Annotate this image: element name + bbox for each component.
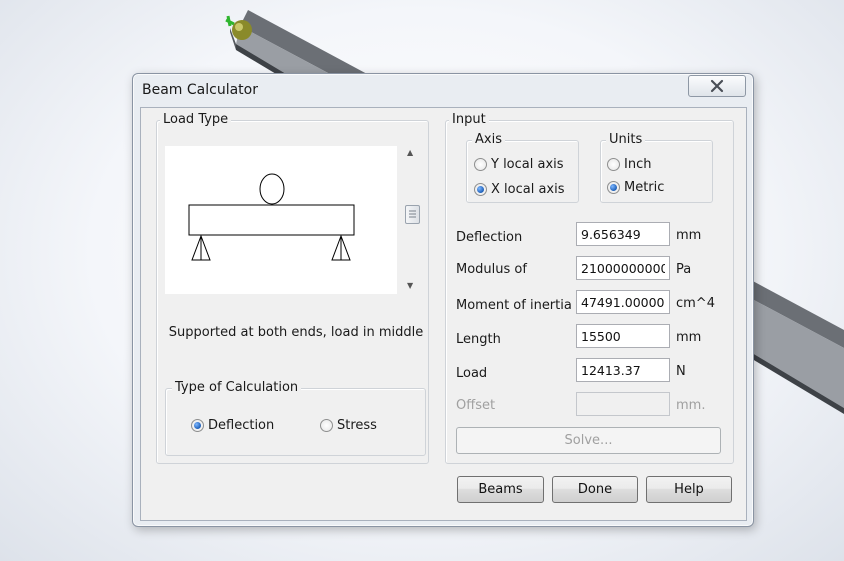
units-label: Units	[606, 132, 646, 147]
offset-field-label: Offset	[456, 398, 496, 413]
load-field-label: Load	[456, 366, 488, 381]
close-button[interactable]	[688, 75, 746, 97]
moment-of-inertia-unit: cm^4	[676, 296, 715, 311]
deflection-radio-label[interactable]: Deflection	[208, 418, 274, 433]
origin-marker-icon	[232, 20, 252, 40]
dialog-title: Beam Calculator	[142, 82, 258, 98]
moment-of-inertia-field-label: Moment of inertia	[456, 298, 572, 313]
metric-radio[interactable]	[607, 181, 620, 194]
load-unit: N	[676, 364, 686, 379]
scroll-up-icon[interactable]: ▲	[407, 148, 413, 157]
beam-diagram-icon	[188, 173, 355, 261]
deflection-field[interactable]	[576, 222, 670, 246]
load-type-label: Load Type	[160, 112, 232, 127]
offset-field[interactable]	[576, 392, 670, 416]
length-field[interactable]	[576, 324, 670, 348]
modulus-unit: Pa	[676, 262, 692, 277]
title-bar[interactable]: Beam Calculator	[133, 74, 753, 106]
y-local-axis-label[interactable]: Y local axis	[491, 157, 564, 172]
inch-radio-label[interactable]: Inch	[624, 157, 651, 172]
dialog-body: Load Type ▲ ▼ Supported at both ends, lo…	[140, 107, 747, 521]
moment-of-inertia-field[interactable]	[576, 290, 670, 314]
stress-radio-label[interactable]: Stress	[337, 418, 377, 433]
beams-button[interactable]: Beams	[457, 476, 544, 503]
beam-calculator-dialog: Beam Calculator Load Type ▲ ▼ Supported …	[132, 73, 754, 527]
load-type-description: Supported at both ends, load in middle	[168, 325, 424, 340]
load-field[interactable]	[576, 358, 670, 382]
length-unit: mm	[676, 330, 702, 345]
load-type-scrollbar[interactable]: ▲ ▼	[403, 148, 421, 294]
deflection-unit: mm	[676, 228, 702, 243]
metric-radio-label[interactable]: Metric	[624, 180, 664, 195]
grip-icon	[409, 210, 416, 218]
inch-radio[interactable]	[607, 158, 620, 171]
scroll-down-icon[interactable]: ▼	[407, 281, 413, 290]
input-label: Input	[449, 112, 489, 127]
scroll-thumb[interactable]	[405, 205, 420, 224]
close-icon	[710, 79, 724, 93]
modulus-field[interactable]	[576, 256, 670, 280]
deflection-field-label: Deflection	[456, 230, 523, 245]
offset-unit: mm.	[676, 398, 706, 413]
calc-type-group: Type of Calculation	[165, 380, 426, 456]
modulus-field-label: Modulus of	[456, 262, 527, 277]
calc-type-label: Type of Calculation	[172, 380, 302, 395]
y-local-axis-radio[interactable]	[474, 158, 487, 171]
done-button[interactable]: Done	[552, 476, 638, 503]
x-local-axis-radio[interactable]	[474, 183, 487, 196]
stress-radio[interactable]	[320, 419, 333, 432]
deflection-radio[interactable]	[191, 419, 204, 432]
solve-button[interactable]: Solve...	[456, 427, 721, 454]
axis-label: Axis	[472, 132, 505, 147]
load-type-picture[interactable]	[165, 146, 397, 294]
length-field-label: Length	[456, 332, 501, 347]
help-button[interactable]: Help	[646, 476, 732, 503]
x-local-axis-label[interactable]: X local axis	[491, 182, 565, 197]
